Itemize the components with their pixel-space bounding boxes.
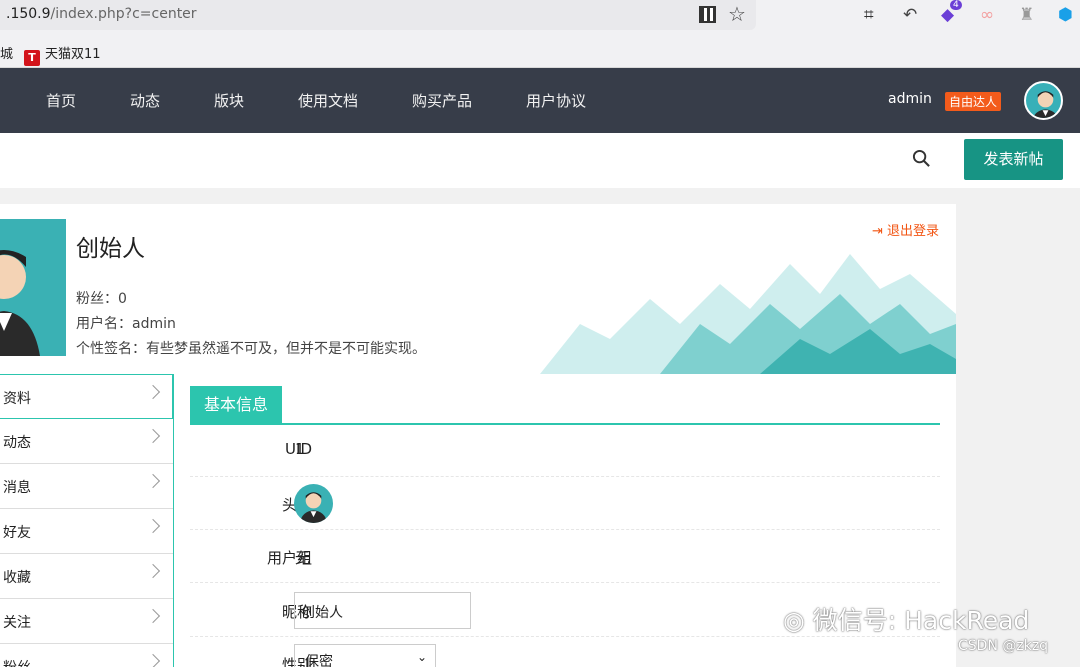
group-value: 无	[295, 549, 311, 567]
cube-icon[interactable]: ⬢	[1058, 5, 1073, 25]
qr-code-icon[interactable]	[699, 6, 716, 23]
profile-header: 创始人 粉丝：0 用户名：admin 个性签名：有些梦虽然遥不可及，但并不是不可…	[0, 204, 956, 374]
uid-value: 1	[295, 440, 305, 458]
sidebar: 资料 动态 消息 好友 收藏 关注 粉丝	[0, 374, 174, 667]
spy-icon[interactable]: ♜	[1019, 5, 1034, 25]
url-text: .150.9/index.php?c=center	[6, 6, 197, 22]
chevron-right-icon	[145, 563, 161, 579]
site-nav: 首页 动态 版块 使用文档 购买产品 用户协议 admin 自由达人	[0, 68, 1080, 133]
nav-username[interactable]: admin	[888, 91, 932, 107]
sidebar-item-label: 消息	[3, 480, 31, 496]
profile-signature: 个性签名：有些梦虽然遥不可及，但并不是不可能实现。	[76, 341, 426, 357]
chevron-right-icon	[145, 428, 161, 444]
crop-icon[interactable]: ⌗	[864, 5, 874, 25]
divider	[190, 582, 940, 583]
search-icon[interactable]	[912, 149, 931, 168]
gender-value: 保密	[305, 654, 333, 667]
watermark-text: 微信号: HackRead	[812, 606, 1030, 635]
logout-icon: ⇥	[872, 224, 888, 239]
sidebar-item-label: 好友	[3, 525, 31, 541]
sidebar-item-label: 关注	[3, 615, 31, 631]
extension-badge: 4	[950, 0, 962, 10]
new-post-button[interactable]: 发表新帖	[964, 139, 1063, 180]
avatar[interactable]	[1024, 81, 1063, 120]
address-bar[interactable]: .150.9/index.php?c=center	[0, 0, 756, 30]
avatar[interactable]	[294, 484, 333, 523]
tmall-logo-icon: T	[24, 50, 40, 66]
extension-icon[interactable]: ◆ 4	[941, 0, 962, 25]
sidebar-item-label: 动态	[3, 435, 31, 451]
user-avatar-icon	[299, 492, 328, 523]
nav-agreement[interactable]: 用户协议	[526, 90, 586, 111]
wechat-watermark: ◎ 微信号: HackRead	[783, 601, 1029, 637]
chevron-right-icon	[145, 653, 161, 667]
sidebar-item-label: 资料	[3, 391, 31, 407]
sidebar-item-activity[interactable]: 动态	[0, 419, 173, 464]
sidebar-item-profile[interactable]: 资料	[0, 374, 173, 419]
nav-buy[interactable]: 购买产品	[412, 90, 472, 111]
divider	[190, 529, 940, 530]
logout-link[interactable]: ⇥ 退出登录	[872, 220, 939, 239]
nav-home[interactable]: 首页	[46, 90, 76, 111]
bookmark-label: 天猫双11	[45, 47, 101, 62]
tab-basic-info[interactable]: 基本信息	[190, 386, 283, 424]
sidebar-item-label: 收藏	[3, 570, 31, 586]
csdn-watermark: CSDN @zkzq	[958, 638, 1049, 654]
bookmarks-bar: 城 T 天猫双11	[0, 38, 1080, 66]
fans-count: 粉丝：0	[76, 291, 127, 307]
bookmark-star-icon[interactable]: ☆	[728, 2, 746, 26]
profile-username: 用户名：admin	[76, 316, 176, 332]
chevron-right-icon	[145, 473, 161, 489]
chevron-right-icon	[145, 384, 161, 400]
sidebar-item-friends[interactable]: 好友	[0, 509, 173, 554]
gender-select[interactable]: 保密 ⌄	[294, 644, 436, 667]
chevron-right-icon	[145, 518, 161, 534]
sidebar-item-label: 粉丝	[3, 657, 31, 667]
divider	[190, 476, 940, 477]
undo-icon[interactable]: ↶	[903, 5, 917, 25]
chevron-down-icon: ⌄	[416, 650, 427, 664]
sidebar-item-messages[interactable]: 消息	[0, 464, 173, 509]
profile-avatar	[0, 219, 66, 356]
nav-boards[interactable]: 版块	[214, 90, 244, 111]
chevron-right-icon	[145, 608, 161, 624]
user-avatar-icon	[0, 250, 40, 356]
sidebar-item-fans[interactable]: 粉丝	[0, 644, 173, 667]
sidebar-item-following[interactable]: 关注	[0, 599, 173, 644]
tab-underline	[190, 423, 940, 425]
bookmark-item[interactable]: 城	[0, 43, 13, 62]
profile-name: 创始人	[76, 236, 145, 262]
wechat-icon: ◎	[783, 606, 813, 635]
user-avatar-icon	[1032, 91, 1059, 118]
nav-docs[interactable]: 使用文档	[298, 90, 358, 111]
browser-chrome: .150.9/index.php?c=center ☆ ⌗ ↶ ◆ 4 ∞ ♜ ⬢…	[0, 0, 1080, 68]
nickname-field[interactable]: 创始人	[294, 592, 471, 629]
logout-label: 退出登录	[887, 224, 940, 239]
circles-icon[interactable]: ∞	[980, 5, 994, 25]
bookmark-tmall[interactable]: T 天猫双11	[24, 43, 101, 66]
nav-activity[interactable]: 动态	[130, 90, 160, 111]
sidebar-item-favorites[interactable]: 收藏	[0, 554, 173, 599]
user-level-badge: 自由达人	[945, 92, 1002, 111]
